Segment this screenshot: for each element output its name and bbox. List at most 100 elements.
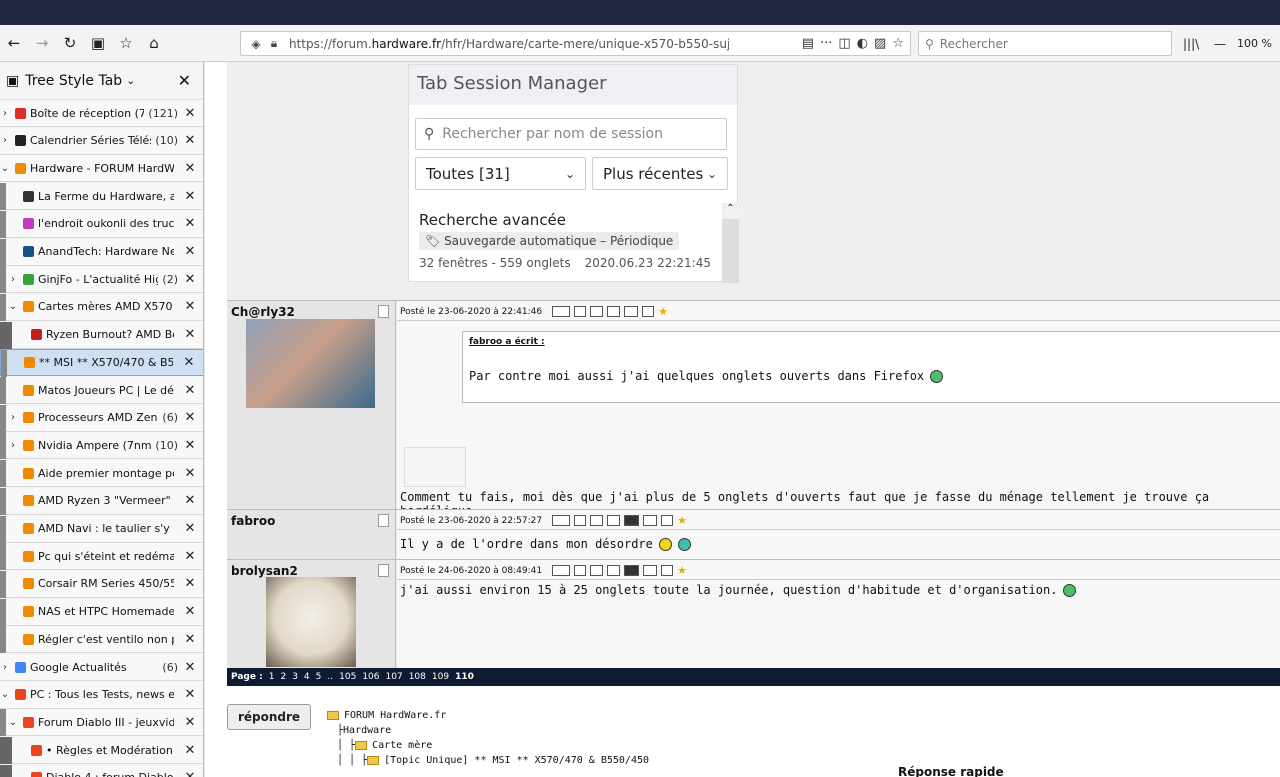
zoom-level[interactable]: 100 %	[1237, 31, 1272, 56]
sidebar-tab[interactable]: Ryzen Burnout? AMD Board ✕	[0, 321, 203, 349]
edit-icon[interactable]	[574, 515, 587, 526]
quote-icon[interactable]	[590, 515, 604, 526]
close-tab-icon[interactable]: ✕	[181, 355, 197, 370]
sidebar-tab[interactable]: Pc qui s'éteint et redémarre to ✕	[0, 543, 203, 571]
bookmark-icon[interactable]: ☆	[892, 36, 904, 51]
session-item[interactable]: Recherche avancée 🏷︎ Sauvegarde automati…	[415, 205, 715, 281]
page-link[interactable]: 107	[386, 672, 403, 682]
close-tab-icon[interactable]: ✕	[182, 687, 198, 702]
page-link[interactable]: 2	[280, 672, 286, 682]
close-tab-icon[interactable]: ✕	[182, 549, 198, 564]
popup-scrollbar[interactable]: ⌃	[722, 203, 739, 283]
multiquote-icon[interactable]	[607, 565, 621, 576]
close-tab-icon[interactable]: ✕	[182, 161, 198, 176]
twisty-icon[interactable]: ⌄	[8, 301, 18, 312]
close-tab-icon[interactable]: ✕	[182, 660, 198, 675]
profile-icon[interactable]	[378, 305, 389, 318]
forward-icon[interactable]: →	[28, 29, 56, 57]
close-tab-icon[interactable]: ✕	[182, 632, 198, 647]
sidebar-tab[interactable]: › Google Actualités (6) ✕	[0, 654, 203, 681]
page-actions-icon[interactable]: ···	[820, 36, 832, 51]
edit-icon[interactable]	[574, 306, 587, 317]
sidebar-title[interactable]: Tree Style Tab	[25, 73, 122, 89]
close-tab-icon[interactable]: ✕	[182, 244, 198, 259]
pocket-icon[interactable]: ◫	[838, 36, 850, 51]
shield-icon[interactable]: ◈	[247, 37, 265, 51]
close-tab-icon[interactable]: ✕	[182, 715, 198, 730]
sidebar-tab[interactable]: AMD Navi : le taulier s'y est m ✕	[0, 515, 203, 543]
close-tab-icon[interactable]: ✕	[182, 493, 198, 508]
extension-icon[interactable]: ◐	[857, 36, 868, 51]
sidebar-tab[interactable]: ⌄ Hardware - FORUM HardWare.fr ✕	[0, 155, 203, 183]
close-tab-icon[interactable]: ✕	[182, 466, 198, 481]
sidebar-tab[interactable]: Aide premier montage pc dér ✕	[0, 460, 203, 488]
sidebar-tab[interactable]: Matos Joueurs PC | Le déconf ✕	[0, 377, 203, 404]
page-link[interactable]: 4	[304, 672, 310, 682]
post-author[interactable]: fabroo	[227, 510, 395, 532]
multiquote-icon[interactable]	[607, 515, 621, 526]
page-link[interactable]: 108	[409, 672, 426, 682]
twisty-icon[interactable]: ›	[8, 440, 18, 451]
session-tag[interactable]: 🏷︎ Sauvegarde automatique – Périodique	[419, 232, 680, 250]
close-tab-icon[interactable]: ✕	[182, 272, 198, 287]
url-bar[interactable]: ◈ 🔒︎ https://forum.hardware.fr/hfr/Hardw…	[240, 31, 911, 56]
close-tab-icon[interactable]: ✕	[182, 189, 198, 204]
twisty-icon[interactable]: ›	[0, 662, 10, 673]
sidebar-tab[interactable]: ⌄ Forum Diablo III - jeuxvideo.c ✕	[0, 709, 203, 737]
close-tab-icon[interactable]: ✕	[182, 521, 198, 536]
sidebar-header[interactable]: ▣ Tree Style Tab ⌄ ✕	[0, 62, 203, 100]
sidebar-tab[interactable]: › GinjFo - L'actualité High Te (2) ✕	[0, 266, 203, 294]
tree-item[interactable]: FORUM HardWare.fr	[327, 708, 649, 723]
sidebar-tab[interactable]: ⌄ PC : Tous les Tests, news et vidéo ✕	[0, 681, 203, 709]
page-link[interactable]: 1	[269, 672, 275, 682]
twisty-icon[interactable]: ⌄	[8, 717, 18, 728]
tree-item[interactable]: ├Hardware	[327, 723, 649, 738]
profile-icon[interactable]	[378, 564, 389, 577]
page-link[interactable]: 5	[316, 672, 322, 682]
star-icon[interactable]: ★	[658, 306, 676, 317]
page-link[interactable]: 3	[292, 672, 298, 682]
quote-icon[interactable]	[590, 306, 604, 317]
close-tab-icon[interactable]: ✕	[182, 604, 198, 619]
sidebar-tab[interactable]: AnandTech: Hardware News a ✕	[0, 238, 203, 266]
edit-icon[interactable]	[574, 565, 587, 576]
search-input[interactable]: ⚲ Rechercher	[918, 31, 1172, 56]
profile-icon[interactable]	[378, 514, 389, 527]
close-tab-icon[interactable]: ✕	[182, 410, 198, 425]
twisty-icon[interactable]: ›	[8, 274, 18, 285]
page-link[interactable]: 110	[455, 672, 474, 682]
multiquote-icon[interactable]	[607, 306, 621, 317]
close-tab-icon[interactable]: ✕	[182, 438, 198, 453]
sidebar-tab[interactable]: • Règles et Modération du f ✕	[0, 737, 203, 765]
scroll-up-icon[interactable]: ⌃	[722, 203, 739, 219]
mail-icon[interactable]	[624, 306, 639, 317]
back-icon[interactable]: ←	[0, 29, 28, 57]
session-search-input[interactable]: ⚲ Rechercher par nom de session	[415, 118, 727, 150]
sidebar-tab[interactable]: Régler c'est ventilo non pwm ✕	[0, 626, 203, 654]
sidebar-tab[interactable]: › Calendrier Séries Télés - Seri (10) ✕	[0, 127, 203, 155]
sidebar-tab[interactable]: NAS et HTPC Homemade [Top ✕	[0, 598, 203, 626]
close-tab-icon[interactable]: ✕	[182, 133, 198, 148]
sidebar-tab[interactable]: l'endroit oukonli des trucs sur ✕	[0, 210, 203, 238]
star-icon[interactable]: ★	[677, 515, 695, 526]
bookmark-star-icon[interactable]: ☆	[112, 29, 140, 57]
reader-view-icon[interactable]: ▤	[802, 36, 814, 51]
home-icon[interactable]: ⌂	[140, 29, 168, 57]
close-tab-icon[interactable]: ✕	[182, 299, 198, 314]
library-icon[interactable]: |||\	[1183, 31, 1199, 56]
profile-card-icon[interactable]	[552, 306, 571, 317]
alert-icon[interactable]	[661, 515, 674, 526]
profile-card-icon[interactable]	[552, 565, 571, 576]
close-tab-icon[interactable]: ✕	[182, 106, 198, 121]
close-tab-icon[interactable]: ✕	[182, 383, 198, 398]
computer-icon[interactable]	[624, 515, 640, 526]
mail-icon[interactable]	[643, 515, 658, 526]
close-tab-icon[interactable]: ✕	[182, 216, 198, 231]
sidebar-tab[interactable]: Corsair RM Series 450/550/650 ✕	[0, 570, 203, 598]
page-link[interactable]: 109	[432, 672, 449, 682]
page-link[interactable]: 105	[339, 672, 356, 682]
page-link[interactable]: 106	[362, 672, 379, 682]
chevron-down-icon[interactable]: ⌄	[126, 74, 135, 87]
sidebar-tab[interactable]: Diablo 4 : forum Diablo III ✕	[0, 764, 203, 777]
alert-icon[interactable]	[642, 306, 655, 317]
